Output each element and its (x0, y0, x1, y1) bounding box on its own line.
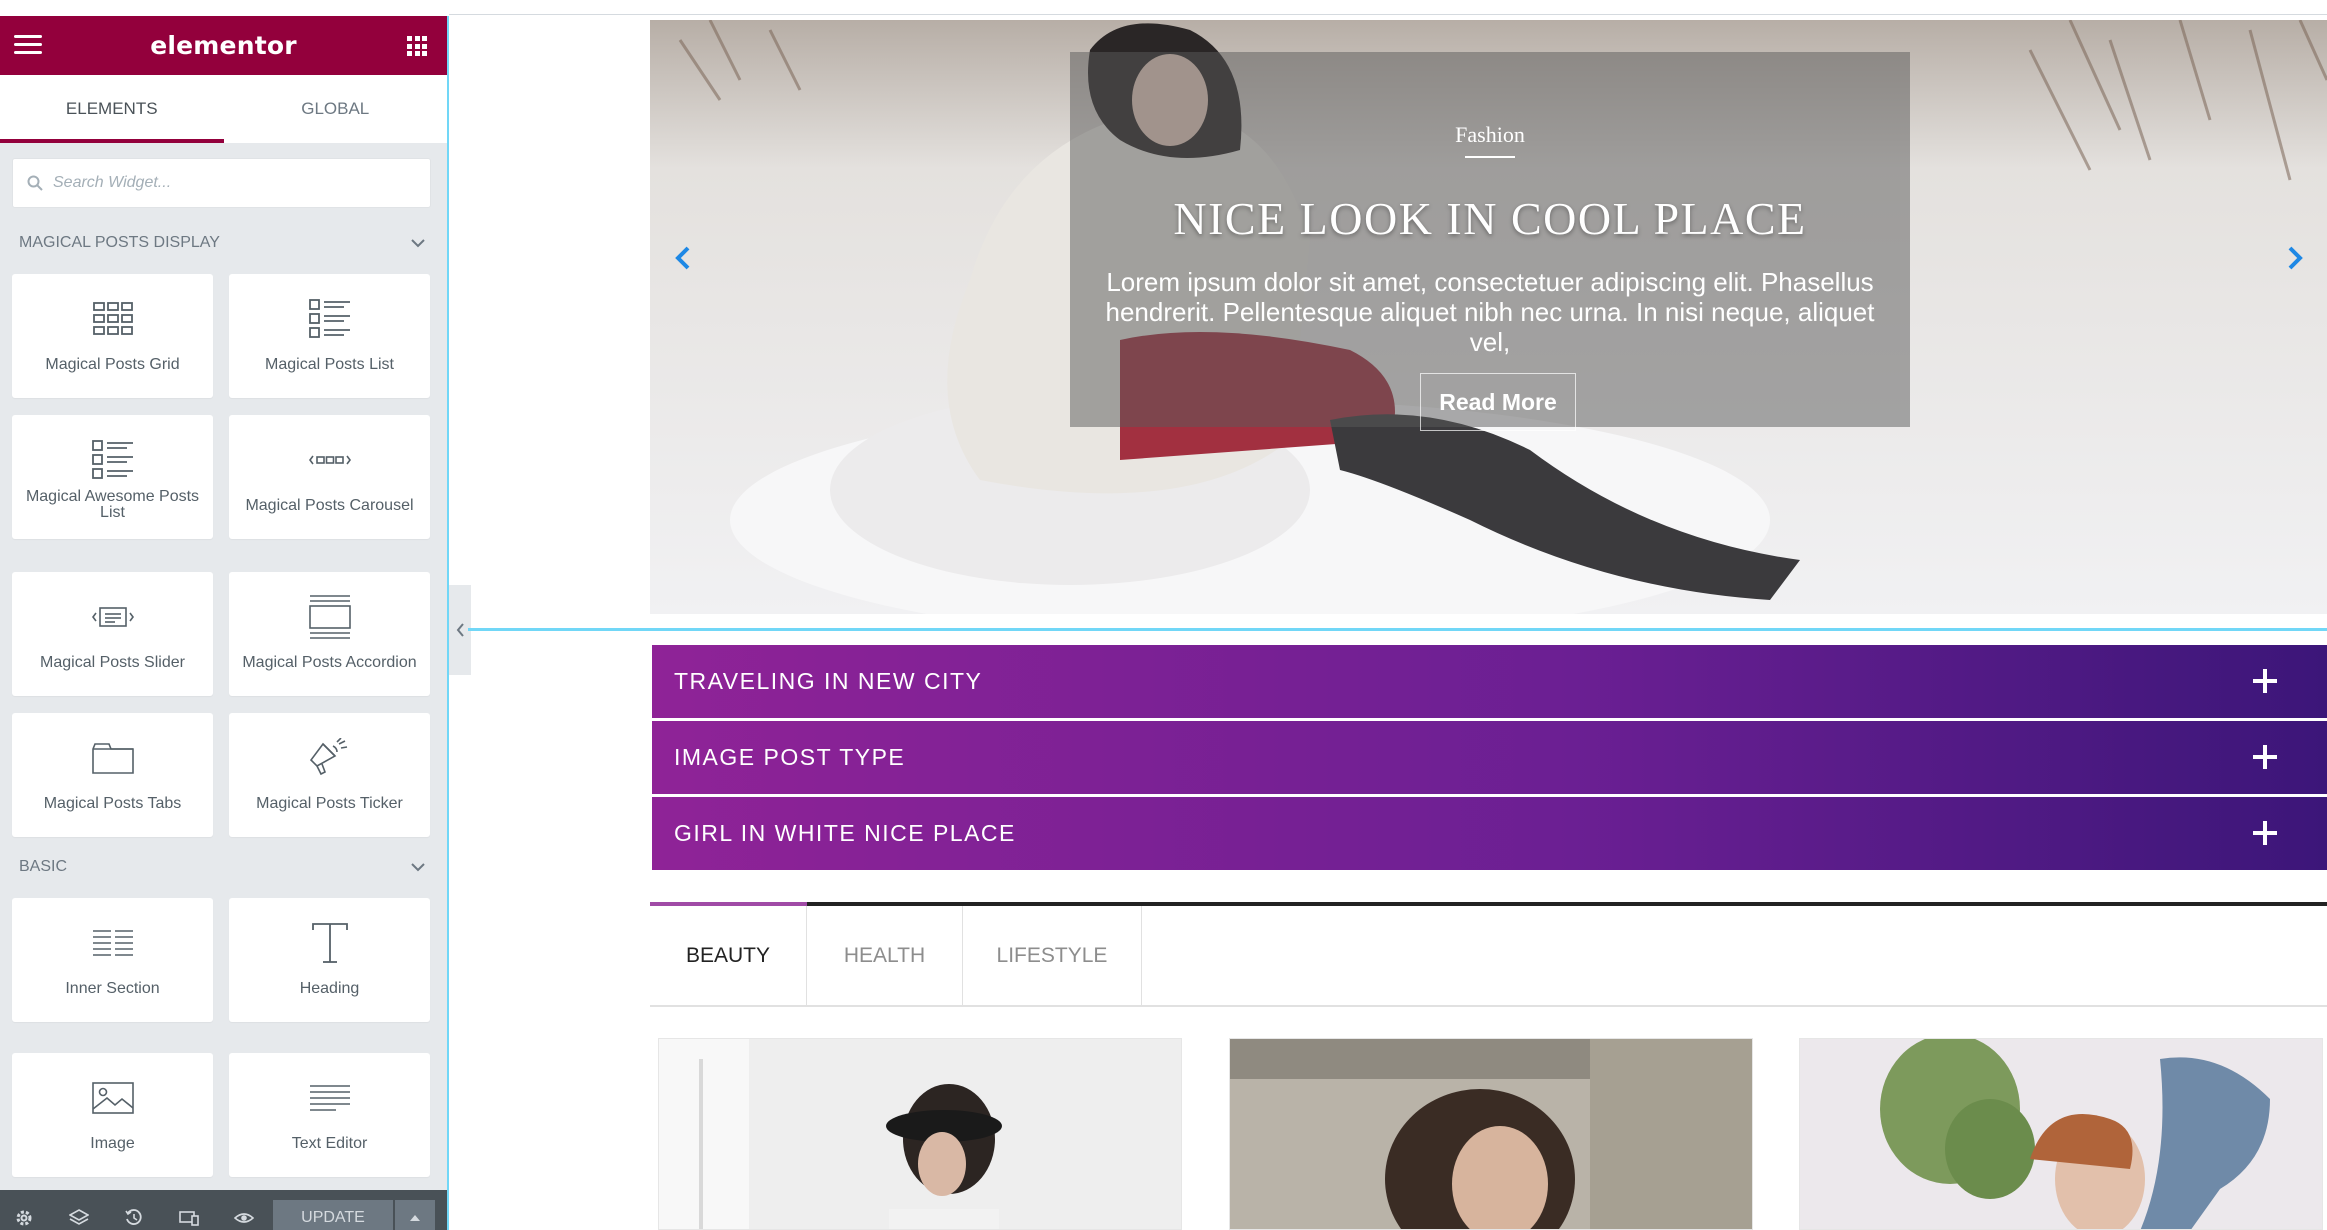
widget-text-editor[interactable]: Text Editor (229, 1053, 430, 1177)
slider-icon (12, 592, 213, 642)
plus-icon[interactable] (2253, 821, 2277, 845)
chevron-down-icon (411, 238, 425, 247)
grid-icon[interactable] (407, 36, 427, 56)
caret-up-icon (410, 1215, 420, 1221)
plus-icon[interactable] (2253, 669, 2277, 693)
widget-magical-posts-carousel[interactable]: Magical Posts Carousel (229, 415, 430, 539)
history-icon[interactable] (124, 1208, 144, 1228)
magical-posts-slider[interactable]: Fashion NICE LOOK IN COOL PLACE Lorem ip… (650, 20, 2327, 614)
plus-icon[interactable] (2253, 745, 2277, 769)
tab-lifestyle[interactable]: LIFESTYLE (963, 906, 1142, 1005)
accordion-title: GIRL IN WHITE NICE PLACE (674, 820, 1016, 846)
posts-list-icon (229, 294, 430, 344)
search-icon (27, 175, 43, 191)
awesome-list-icon (12, 435, 213, 485)
update-options-button[interactable] (395, 1200, 435, 1230)
preview-eye-icon[interactable] (234, 1208, 254, 1228)
layers-icon[interactable] (69, 1208, 89, 1228)
widget-label: Magical Posts Carousel (245, 497, 414, 514)
heading-icon (229, 918, 430, 968)
widget-label: Text Editor (291, 1135, 368, 1152)
settings-icon[interactable] (14, 1208, 34, 1228)
post-thumbnail[interactable] (658, 1038, 1182, 1230)
category-title: MAGICAL POSTS DISPLAY (19, 234, 220, 251)
widget-label: Magical Posts Accordion (242, 654, 417, 671)
widget-label: Magical Posts Ticker (256, 795, 403, 812)
widget-inner-section[interactable]: Inner Section (12, 898, 213, 1022)
widget-magical-posts-slider[interactable]: Magical Posts Slider (12, 572, 213, 696)
widget-magical-posts-ticker[interactable]: Magical Posts Ticker (229, 713, 430, 837)
accordion-item[interactable]: GIRL IN WHITE NICE PLACE (652, 797, 2327, 870)
post-image (659, 1039, 1181, 1229)
widget-magical-posts-list[interactable]: Magical Posts List (229, 274, 430, 398)
elementor-panel: elementor ELEMENTS GLOBAL MAGICAL POSTS … (0, 16, 447, 1230)
elementor-editor: elementor ELEMENTS GLOBAL MAGICAL POSTS … (0, 0, 2327, 1230)
post-image (1800, 1039, 2322, 1229)
widget-label: Magical Posts Slider (40, 654, 185, 671)
tab-global[interactable]: GLOBAL (224, 75, 448, 143)
inner-section-icon (12, 918, 213, 968)
widget-magical-posts-accordion[interactable]: Magical Posts Accordion (229, 572, 430, 696)
search-widget-box (12, 158, 431, 208)
tab-beauty[interactable]: BEAUTY (650, 906, 807, 1005)
panel-footer: UPDATE (0, 1190, 447, 1230)
panel-header: elementor (0, 16, 447, 75)
text-editor-icon (229, 1073, 430, 1123)
slide-excerpt: Lorem ipsum dolor sit amet, consectetuer… (1105, 267, 1875, 357)
elementor-logo: elementor (150, 31, 297, 60)
slide-category[interactable]: Fashion (1070, 122, 1910, 148)
category-basic[interactable]: BASIC (19, 858, 429, 876)
widget-magical-posts-grid[interactable]: Magical Posts Grid (12, 274, 213, 398)
hamburger-icon[interactable] (14, 35, 42, 57)
responsive-icon[interactable] (179, 1208, 199, 1228)
accordion-title: IMAGE POST TYPE (674, 744, 906, 770)
image-icon (12, 1073, 213, 1123)
carousel-icon (229, 435, 430, 485)
slide-title[interactable]: NICE LOOK IN COOL PLACE (1070, 192, 1910, 245)
widget-magical-posts-tabs[interactable]: Magical Posts Tabs (12, 713, 213, 837)
search-widget-input[interactable] (53, 174, 413, 192)
megaphone-icon (229, 733, 430, 783)
tabs-bottom-border (650, 1005, 2327, 1007)
category-underline (1465, 156, 1515, 158)
accordion-item[interactable]: IMAGE POST TYPE (652, 721, 2327, 794)
section-divider-highlight (468, 628, 2327, 631)
widget-heading[interactable]: Heading (229, 898, 430, 1022)
chevron-left-icon (456, 623, 464, 637)
widget-label: Magical Awesome Posts List (25, 488, 200, 521)
accordion-icon (229, 592, 430, 642)
tabs-icon (12, 733, 213, 783)
widget-label: Inner Section (65, 980, 160, 997)
widget-image[interactable]: Image (12, 1053, 213, 1177)
chevron-down-icon (411, 862, 425, 871)
update-button[interactable]: UPDATE (273, 1200, 393, 1230)
widget-label: Magical Posts List (265, 356, 394, 373)
category-title: BASIC (19, 858, 68, 875)
preview-top-border (449, 14, 2327, 15)
tab-elements[interactable]: ELEMENTS (0, 75, 224, 143)
slider-next-arrow-icon[interactable] (2282, 242, 2308, 274)
widget-label: Magical Posts Tabs (43, 795, 182, 812)
category-magical-posts-display[interactable]: MAGICAL POSTS DISPLAY (19, 234, 429, 252)
tab-health[interactable]: HEALTH (807, 906, 963, 1005)
slide-caption-box: Fashion NICE LOOK IN COOL PLACE Lorem ip… (1070, 52, 1910, 431)
post-thumbnail[interactable] (1799, 1038, 2323, 1230)
widget-magical-awesome-posts-list[interactable]: Magical Awesome Posts List (12, 415, 213, 539)
accordion-item[interactable]: TRAVELING IN NEW CITY (652, 645, 2327, 718)
panel-tabs: ELEMENTS GLOBAL (0, 75, 447, 143)
post-thumbnail[interactable] (1229, 1038, 1753, 1230)
slider-prev-arrow-icon[interactable] (670, 242, 696, 274)
widget-label: Magical Posts Grid (45, 356, 180, 373)
read-more-button[interactable]: Read More (1420, 373, 1576, 431)
posts-grid-icon (12, 294, 213, 344)
post-image (1230, 1039, 1752, 1229)
widget-label: Image (90, 1135, 135, 1152)
widget-label: Heading (299, 980, 360, 997)
accordion-title: TRAVELING IN NEW CITY (674, 668, 983, 694)
